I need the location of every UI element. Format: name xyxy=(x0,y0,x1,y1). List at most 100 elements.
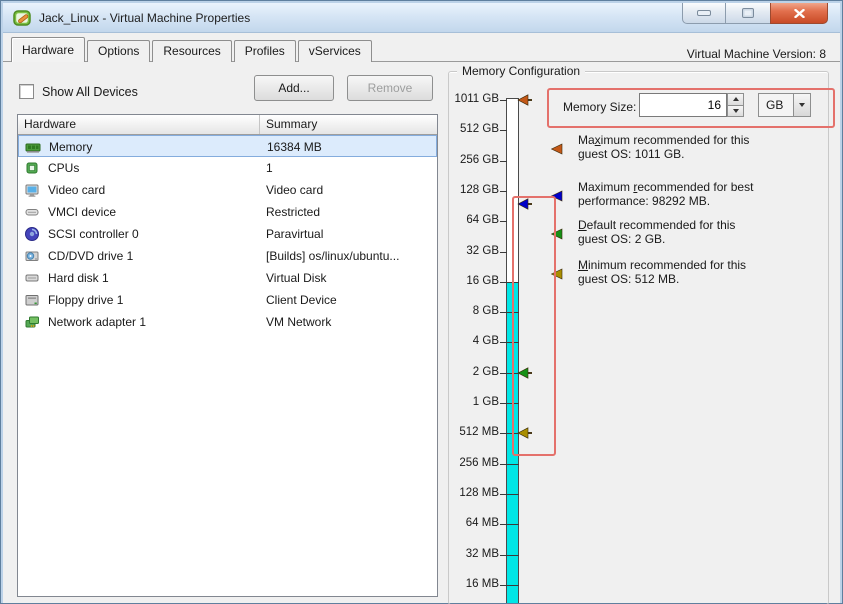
memory-icon xyxy=(25,139,41,155)
recommendation-item: Minimum recommended for thisguest OS: 51… xyxy=(551,258,813,286)
minimize-button[interactable] xyxy=(682,3,726,24)
device-summary: Client Device xyxy=(266,293,337,307)
titlebar: Jack_Linux - Virtual Machine Properties xyxy=(3,3,840,33)
scale-tick-label: 4 GB xyxy=(445,335,499,347)
table-row[interactable]: VMCI device Restricted xyxy=(18,201,437,223)
device-summary: Restricted xyxy=(266,205,320,219)
device-name: CD/DVD drive 1 xyxy=(48,249,133,263)
scale-tick-label: 32 MB xyxy=(445,548,499,560)
device-name: Hard disk 1 xyxy=(48,271,109,285)
tab-strip: HardwareOptionsResourcesProfilesvService… xyxy=(11,37,374,62)
memory-configuration-panel: Memory Configuration 1011 GB512 GB256 GB… xyxy=(443,62,840,603)
recommendation-marker-icon xyxy=(551,228,563,240)
device-summary: VM Network xyxy=(266,315,331,329)
chevron-down-icon xyxy=(799,103,805,107)
hardware-column-header[interactable]: Hardware xyxy=(18,115,260,134)
memory-unit-select[interactable]: GB xyxy=(758,93,811,117)
spin-up-button[interactable] xyxy=(727,93,744,105)
scale-tick-mark xyxy=(500,252,507,253)
cpu-icon xyxy=(24,160,40,176)
scale-tick-label: 32 GB xyxy=(445,245,499,257)
device-name: VMCI device xyxy=(48,205,116,219)
memory-slider-track[interactable] xyxy=(506,98,519,603)
scale-tick-mark xyxy=(500,130,507,131)
table-row[interactable]: CPUs1 xyxy=(18,157,437,179)
table-row[interactable]: Hard disk 1 Virtual Disk xyxy=(18,267,437,289)
maximize-button[interactable] xyxy=(726,3,770,24)
summary-column-header[interactable]: Summary xyxy=(260,115,437,134)
hardware-rows: Memory16384 MBCPUs1Video cardVideo cardV… xyxy=(18,135,437,333)
recommendation-item: Default recommended for thisguest OS: 2 … xyxy=(551,218,813,246)
table-row[interactable]: SCSI controller 0Paravirtual xyxy=(18,223,437,245)
scale-tick-mark xyxy=(500,100,507,101)
device-summary: 16384 MB xyxy=(267,140,322,154)
scale-tick-label: 512 MB xyxy=(445,426,499,438)
scale-tick-label: 64 MB xyxy=(445,517,499,529)
scale-tick-label: 1011 GB xyxy=(445,93,499,105)
table-row[interactable]: Network adapter 1 VM Network xyxy=(18,311,437,333)
scale-tick-label: 16 MB xyxy=(445,578,499,590)
remove-button[interactable]: Remove xyxy=(347,75,433,101)
scale-tick-mark xyxy=(500,191,507,192)
tab-hardware[interactable]: Hardware xyxy=(11,37,85,62)
scale-tick-label: 128 GB xyxy=(445,184,499,196)
checkbox-box-icon xyxy=(19,84,34,99)
scale-tick-mark xyxy=(500,221,507,222)
scale-tick-mark xyxy=(500,282,519,283)
table-row[interactable]: Floppy drive 1Client Device xyxy=(18,289,437,311)
cd-dvd-drive-icon xyxy=(24,248,40,264)
scale-tick-label: 1 GB xyxy=(445,396,499,408)
tab-options[interactable]: Options xyxy=(87,40,150,62)
maximize-icon xyxy=(742,8,754,18)
table-row[interactable]: Memory 16384 MB xyxy=(18,135,437,157)
video-card-icon xyxy=(24,182,40,198)
scale-tick-label: 2 GB xyxy=(445,366,499,378)
device-name: Memory xyxy=(49,140,92,154)
device-summary: [Builds] os/linux/ubuntu... xyxy=(266,249,399,263)
scale-tick-mark xyxy=(500,342,519,343)
memory-size-input[interactable] xyxy=(639,93,727,117)
tab-vservices[interactable]: vServices xyxy=(298,40,372,62)
memory-unit-value: GB xyxy=(759,98,793,112)
hardware-tab-page: Show All Devices Add... Remove Hardware … xyxy=(3,61,840,603)
spin-down-button[interactable] xyxy=(727,105,744,118)
scale-tick-label: 128 MB xyxy=(445,487,499,499)
vm-properties-window: Jack_Linux - Virtual Machine Properties … xyxy=(0,0,843,604)
device-summary: Paravirtual xyxy=(266,227,323,241)
combo-dropdown-button[interactable] xyxy=(793,94,810,116)
scale-tick-mark xyxy=(500,312,519,313)
device-name: Network adapter 1 xyxy=(48,315,146,329)
scale-tick-mark xyxy=(500,585,519,586)
table-row[interactable]: Video cardVideo card xyxy=(18,179,437,201)
max-guest-os-marker xyxy=(517,94,533,106)
min-marker xyxy=(517,427,533,439)
scale-tick-mark xyxy=(500,403,519,404)
scale-tick-mark xyxy=(500,464,519,465)
close-button[interactable] xyxy=(770,3,828,24)
scale-tick-mark xyxy=(500,433,519,434)
memory-size-spinner xyxy=(727,93,744,117)
default-marker xyxy=(517,367,533,379)
add-button[interactable]: Add... xyxy=(254,75,334,101)
tab-profiles[interactable]: Profiles xyxy=(234,40,296,62)
table-row[interactable]: CD/DVD drive 1 [Builds] os/linux/ubuntu..… xyxy=(18,245,437,267)
scale-tick-label: 8 GB xyxy=(445,305,499,317)
scale-tick-mark xyxy=(500,555,519,556)
window-controls xyxy=(682,3,828,24)
memory-size-label: Memory Size: xyxy=(563,100,636,114)
hard-disk-icon xyxy=(24,270,40,286)
device-summary: Virtual Disk xyxy=(266,271,326,285)
scsi-controller-icon xyxy=(24,226,40,242)
recommendation-text: Maximum recommended for bestperformance:… xyxy=(578,180,813,208)
vmci-device-icon xyxy=(24,204,40,220)
recommendation-text: Maximum recommended for thisguest OS: 10… xyxy=(578,133,813,161)
memory-configuration-label: Memory Configuration xyxy=(457,64,585,78)
scale-tick-label: 64 GB xyxy=(445,214,499,226)
recommendation-item: Maximum recommended for thisguest OS: 10… xyxy=(551,133,813,161)
hardware-table-header: Hardware Summary xyxy=(18,115,437,135)
scale-tick-label: 16 GB xyxy=(445,275,499,287)
recommendation-marker-icon xyxy=(551,268,563,280)
spin-up-icon xyxy=(733,97,739,101)
tab-resources[interactable]: Resources xyxy=(152,40,231,62)
show-all-devices-checkbox[interactable]: Show All Devices xyxy=(19,84,138,99)
